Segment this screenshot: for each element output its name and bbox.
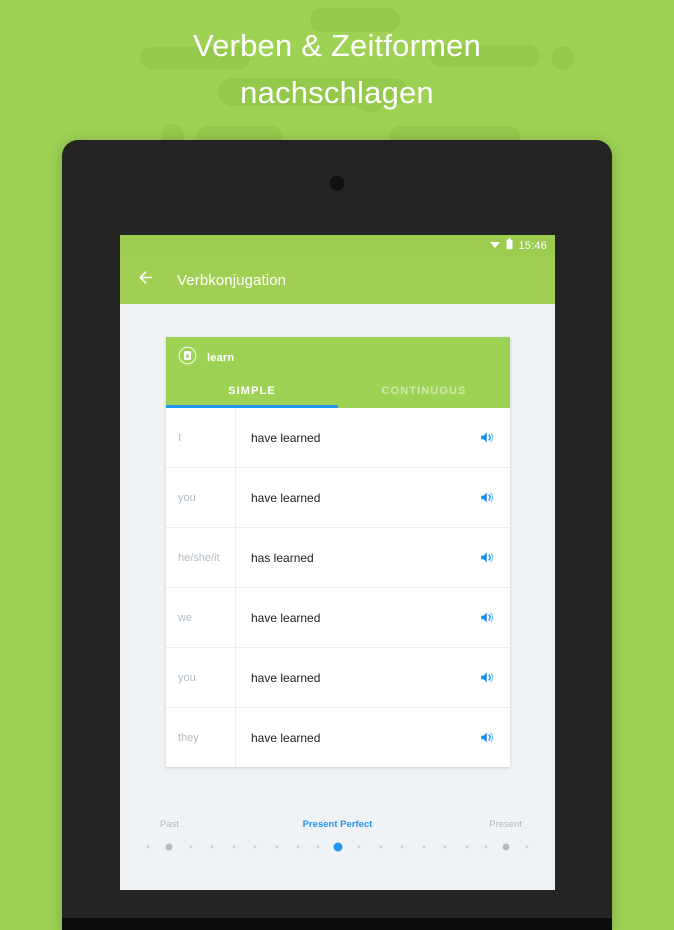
tense-dot[interactable]	[297, 846, 300, 849]
pronoun-cell: you	[166, 648, 236, 707]
conjugation-rows: Ihave learnedyouhave learnedhe/she/ithas…	[166, 408, 510, 767]
wifi-icon	[489, 237, 501, 255]
pronoun-cell: I	[166, 408, 236, 467]
tense-dot[interactable]	[232, 846, 235, 849]
battery-icon	[506, 237, 513, 255]
verb-form-cell: has learned	[236, 551, 464, 565]
tense-label[interactable]: Present	[489, 819, 522, 830]
camera-dot-icon	[330, 176, 345, 191]
tense-dot[interactable]	[422, 846, 425, 849]
tense-dot[interactable]	[275, 846, 278, 849]
speaker-icon[interactable]	[464, 549, 510, 566]
tense-dot[interactable]	[485, 846, 488, 849]
card-tabs: SIMPLE CONTINUOUS	[166, 379, 510, 405]
tense-dot[interactable]	[444, 846, 447, 849]
tense-dot-active[interactable]	[333, 843, 342, 852]
tense-labels: Past Present Perfect Present	[142, 819, 533, 835]
verb-form-cell: have learned	[236, 671, 464, 685]
tense-label[interactable]: Present Perfect	[303, 819, 373, 830]
speaker-icon[interactable]	[464, 609, 510, 626]
tense-dot[interactable]	[166, 844, 173, 851]
speaker-icon[interactable]	[464, 429, 510, 446]
tense-dot[interactable]	[189, 846, 192, 849]
verb-form-cell: have learned	[236, 431, 464, 445]
tense-dots[interactable]	[120, 840, 555, 854]
tablet-bottom-bar	[62, 918, 612, 930]
tense-dot[interactable]	[401, 846, 404, 849]
verb-label: learn	[207, 352, 234, 364]
pronoun-cell: he/she/it	[166, 528, 236, 587]
verb-badge-icon	[178, 346, 197, 370]
tense-dot[interactable]	[211, 846, 214, 849]
tablet-device-frame: 15:46 Verbkonjugation	[62, 140, 612, 930]
conjugation-row: he/she/ithas learned	[166, 528, 510, 588]
verb-form-cell: have learned	[236, 611, 464, 625]
verb-form-cell: have learned	[236, 731, 464, 745]
status-clock: 15:46	[518, 240, 547, 252]
verb-row: learn	[166, 346, 510, 379]
tense-pager[interactable]: Past Present Perfect Present	[120, 819, 555, 854]
tense-dot[interactable]	[316, 846, 319, 849]
tense-label[interactable]: Past	[160, 819, 179, 830]
verb-form-cell: have learned	[236, 491, 464, 505]
arrow-back-icon[interactable]	[136, 268, 155, 292]
tab-simple[interactable]: SIMPLE	[166, 379, 338, 405]
tense-dot[interactable]	[358, 846, 361, 849]
pronoun-cell: they	[166, 708, 236, 767]
device-screen: 15:46 Verbkonjugation	[120, 235, 555, 890]
pronoun-cell: we	[166, 588, 236, 647]
conjugation-row: youhave learned	[166, 648, 510, 708]
conjugation-card: learn SIMPLE CONTINUOUS Ihave learnedyou…	[166, 337, 510, 767]
speaker-icon[interactable]	[464, 729, 510, 746]
conjugation-row: youhave learned	[166, 468, 510, 528]
conjugation-row: Ihave learned	[166, 408, 510, 468]
conjugation-row: theyhave learned	[166, 708, 510, 767]
pronoun-cell: you	[166, 468, 236, 527]
tense-dot[interactable]	[465, 846, 468, 849]
status-bar: 15:46	[120, 235, 555, 256]
content-area: learn SIMPLE CONTINUOUS Ihave learnedyou…	[120, 304, 555, 890]
speaker-icon[interactable]	[464, 669, 510, 686]
conjugation-row: wehave learned	[166, 588, 510, 648]
app-bar: Verbkonjugation	[120, 256, 555, 304]
tab-continuous[interactable]: CONTINUOUS	[338, 379, 510, 405]
card-header: learn SIMPLE CONTINUOUS	[166, 337, 510, 408]
tense-dot[interactable]	[526, 846, 529, 849]
promo-headline: Verben & Zeitformen nachschlagen	[0, 22, 674, 116]
tense-dot[interactable]	[146, 846, 149, 849]
tense-dot[interactable]	[254, 846, 257, 849]
tense-dot[interactable]	[502, 844, 509, 851]
speaker-icon[interactable]	[464, 489, 510, 506]
page-title: Verbkonjugation	[177, 272, 286, 289]
tense-dot[interactable]	[379, 846, 382, 849]
